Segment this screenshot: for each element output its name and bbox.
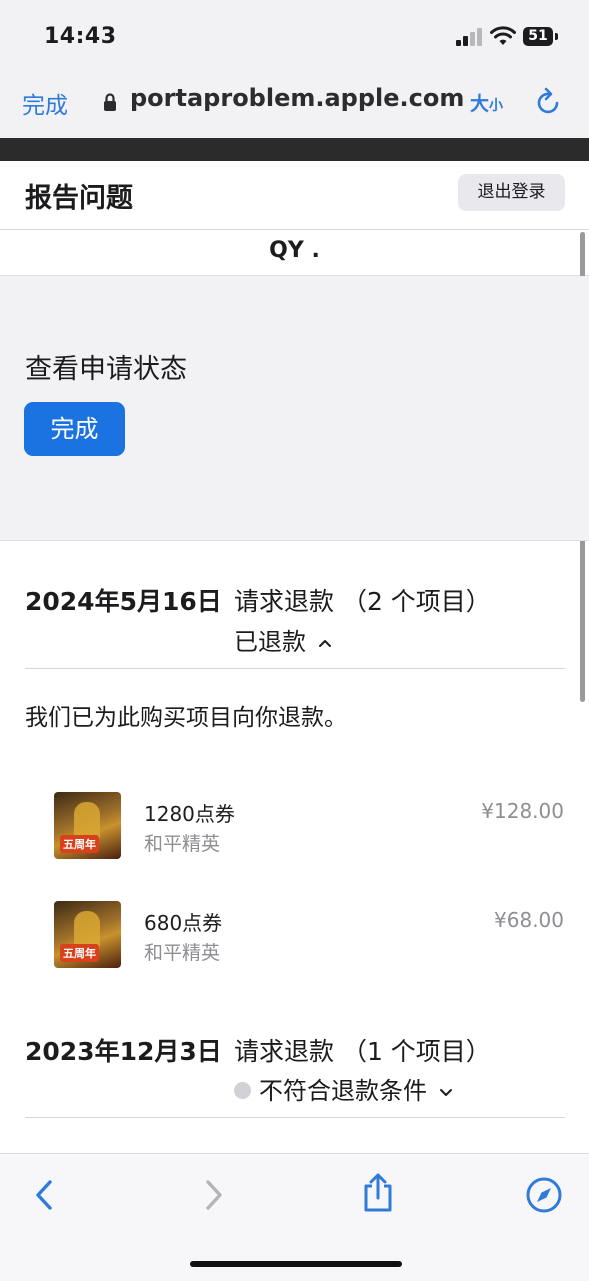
game-app-icon: 五周年 (54, 792, 121, 859)
item-price: ¥128.00 (481, 799, 564, 823)
app-icon-badge: 五周年 (60, 835, 99, 853)
browser-done-button[interactable]: 完成 (22, 86, 68, 120)
forward-icon[interactable] (200, 1178, 228, 1212)
refund-message: 我们已为此购买项目向你退款。 (25, 705, 347, 731)
divider (25, 1117, 565, 1118)
status-bar: 14:43 51 (0, 0, 589, 62)
user-name: QY . (269, 238, 320, 263)
page-title: 报告问题 (25, 183, 133, 214)
page-top-band (0, 138, 589, 161)
order-status-label: 已退款 (234, 628, 306, 656)
lock-icon (104, 93, 116, 111)
compass-icon[interactable] (525, 1176, 563, 1214)
chevron-down-icon (439, 1089, 452, 1096)
sign-out-button[interactable]: 退出登录 (458, 174, 565, 211)
text-size-big: 大 (470, 93, 490, 115)
order-status-toggle[interactable]: 已退款 (234, 622, 332, 657)
share-icon[interactable] (360, 1172, 396, 1214)
back-icon[interactable] (30, 1178, 58, 1212)
url-field[interactable]: portaproblem.apple.com (130, 84, 464, 112)
chevron-up-icon (318, 640, 331, 647)
order-request-type: 请求退款 （2 个项目） (234, 587, 491, 616)
status-panel-title: 查看申请状态 (25, 354, 187, 385)
item-app-name: 和平精英 (144, 833, 221, 855)
game-app-icon: 五周年 (54, 901, 121, 968)
order-request-type: 请求退款 （1 个项目） (234, 1037, 491, 1066)
reload-icon[interactable] (535, 86, 563, 116)
browser-url-bar: 完成 portaproblem.apple.com 大小 (0, 62, 589, 138)
item-name: 1280点券 (144, 802, 235, 826)
page-header: 报告问题 退出登录 (0, 161, 589, 230)
divider (25, 668, 565, 669)
battery-icon: 51 (523, 27, 558, 46)
user-bar: QY . (0, 230, 589, 276)
home-indicator (190, 1261, 402, 1267)
order-date: 2023年12月3日 (25, 1037, 222, 1066)
order-status-label: 不符合退款条件 (259, 1077, 427, 1105)
text-size-small: 小 (489, 98, 504, 114)
wifi-icon (490, 26, 516, 45)
app-icon-badge: 五周年 (60, 944, 99, 962)
item-price: ¥68.00 (494, 908, 564, 932)
order-status-toggle[interactable]: 不符合退款条件 (234, 1071, 453, 1106)
cellular-signal-icon (456, 28, 486, 46)
item-name: 680点券 (144, 911, 223, 935)
order-date: 2024年5月16日 (25, 587, 222, 616)
status-dot-icon (234, 1081, 251, 1099)
text-size-button[interactable]: 大小 (470, 89, 503, 116)
item-app-name: 和平精英 (144, 942, 221, 964)
status-time: 14:43 (44, 24, 117, 49)
request-status-panel: 查看申请状态 完成 (0, 276, 589, 541)
done-button[interactable]: 完成 (24, 402, 125, 456)
